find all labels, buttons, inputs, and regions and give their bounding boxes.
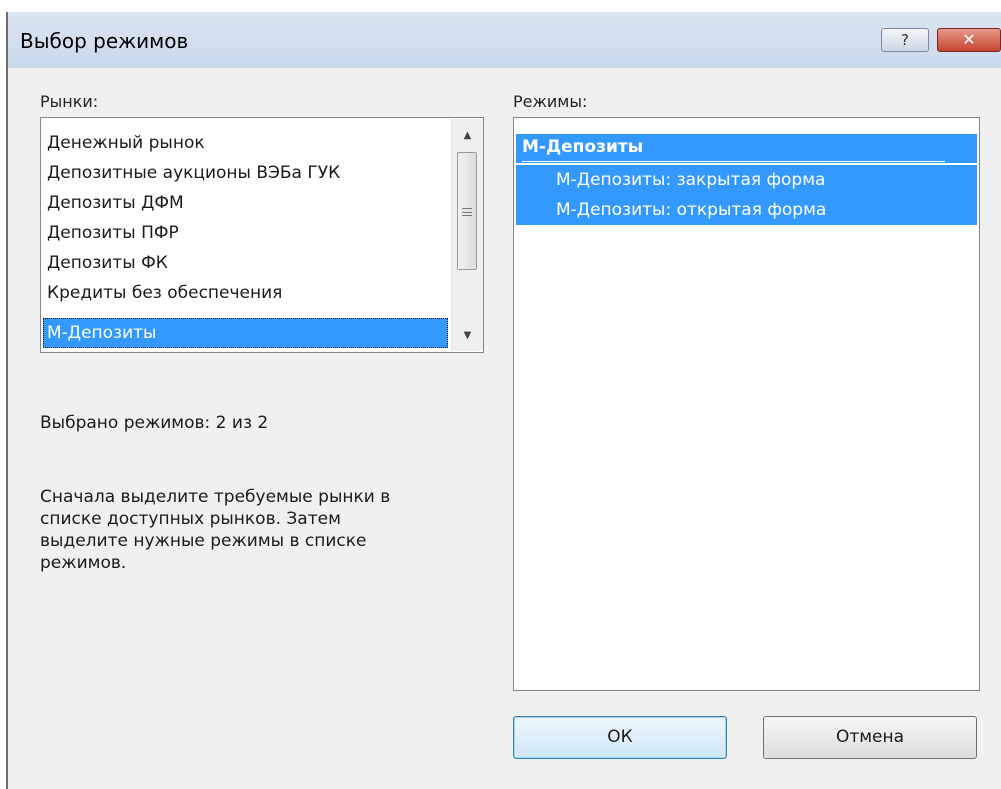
markets-listbox[interactable]: Денежный рынок Депозитные аукционы ВЭБа … [40, 117, 484, 353]
mode-item[interactable]: М-Депозиты: закрытая форма [516, 165, 977, 195]
instructions-line: списке доступных рынков. Затем [40, 509, 341, 529]
scrollbar-thumb[interactable] [457, 152, 477, 270]
market-item[interactable]: Кредиты без обеспечения [43, 278, 448, 308]
mode-item[interactable]: М-Депозиты: открытая форма [516, 195, 977, 225]
instructions-text: Сначала выделите требуемые рынки в списк… [40, 486, 480, 574]
title-bar[interactable]: Выбор режимов ? ✕ [8, 12, 1001, 68]
market-item[interactable]: Депозитные аукционы ВЭБа ГУК [43, 158, 448, 188]
market-item[interactable]: Депозиты ДФМ [43, 188, 448, 218]
mode-group-label: М-Депозиты [522, 137, 644, 157]
modes-label: Режимы: [513, 92, 588, 111]
scroll-down-icon[interactable]: ▼ [452, 325, 483, 347]
market-item[interactable]: Депозиты ПФР [43, 218, 448, 248]
market-item[interactable]: Денежный рынок [43, 128, 448, 158]
mode-selection-dialog: Выбор режимов ? ✕ Рынки: Денежный рынок … [6, 12, 1001, 789]
scroll-up-icon[interactable]: ▲ [452, 125, 483, 147]
window-title: Выбор режимов [20, 29, 189, 53]
close-button[interactable]: ✕ [937, 28, 1001, 52]
selected-count-text: Выбрано режимов: 2 из 2 [40, 413, 269, 433]
instructions-line: выделите нужные режимы в списке [40, 531, 367, 551]
mode-group-header[interactable]: М-Депозиты [516, 134, 977, 163]
grip-icon [462, 208, 472, 216]
markets-label: Рынки: [40, 92, 99, 111]
help-icon: ? [901, 31, 909, 49]
market-item[interactable]: Депозиты ФК [43, 248, 448, 278]
modes-listbox[interactable]: М-Депозиты М-Депозиты: закрытая форма М-… [513, 117, 980, 691]
markets-scrollbar[interactable]: ▲ ▼ [451, 119, 483, 351]
group-divider [522, 161, 945, 162]
close-icon: ✕ [962, 30, 976, 49]
cancel-button[interactable]: Отмена [763, 716, 977, 759]
market-item-selected[interactable]: М-Депозиты [43, 318, 448, 348]
ok-button[interactable]: ОК [513, 716, 727, 759]
help-button[interactable]: ? [881, 28, 929, 52]
instructions-line: режимов. [40, 553, 127, 573]
instructions-line: Сначала выделите требуемые рынки в [40, 487, 391, 507]
